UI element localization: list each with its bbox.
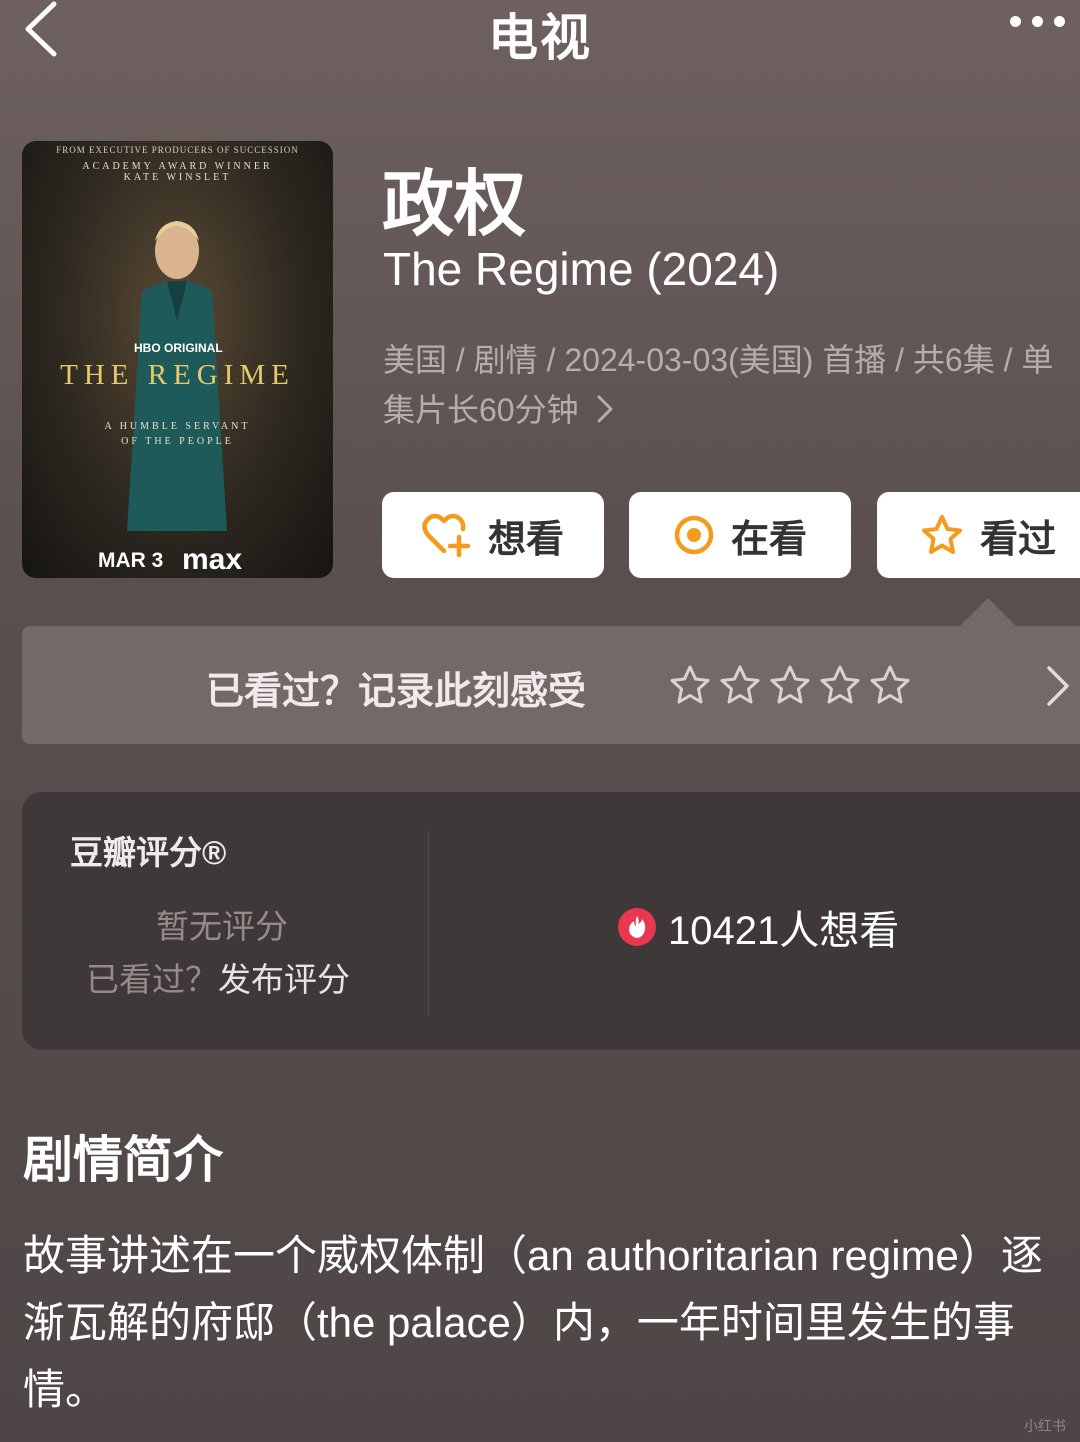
rating-stars[interactable] — [668, 664, 918, 713]
star-icon — [670, 665, 710, 704]
watched-button[interactable]: 看过 — [877, 492, 1080, 578]
publish-rating-link[interactable]: 发布评分 — [218, 961, 350, 998]
poster-title: THE REGIME — [60, 359, 295, 391]
poster-tagline: A HUMBLE SERVANT OF THE PEOPLE — [104, 421, 251, 447]
synopsis-text: 故事讲述在一个威权体制（an authoritarian regime）逐渐瓦解… — [23, 1232, 1043, 1413]
score-prompt: 已看过？发布评分 — [86, 961, 350, 998]
star-icon — [770, 665, 810, 704]
divider — [428, 830, 429, 1016]
chevron-right-icon[interactable] — [1042, 664, 1072, 708]
heart-plus-icon — [422, 513, 471, 557]
meta-info[interactable]: 美国 / 剧情 / 2024-03-03(美国) 首播 / 共6集 / 单集片长… — [383, 335, 1063, 435]
star-icon — [820, 665, 860, 704]
poster-top-line: FROM EXECUTIVE PRODUCERS OF SUCCESSION — [56, 145, 299, 155]
score-none-text: 暂无评分 — [156, 908, 288, 945]
poster-image[interactable]: FROM EXECUTIVE PRODUCERS OF SUCCESSION A… — [22, 141, 333, 578]
want-button[interactable]: 想看 — [382, 492, 604, 578]
more-button[interactable] — [1010, 14, 1080, 38]
title-chinese: 政权 — [382, 165, 527, 245]
score-title: 豆瓣评分® — [70, 834, 227, 871]
poster-platform-logo: max — [182, 543, 243, 576]
nav-bar: 电视 — [0, 0, 1080, 70]
title-english: The Regime (2024) — [383, 243, 780, 295]
poster-credit: ACADEMY AWARD WINNER KATE WINSLET — [82, 161, 273, 183]
pointer-arrow — [958, 598, 1018, 628]
star-icon — [720, 665, 760, 704]
watermark-logo: 小红书 — [1024, 1418, 1066, 1434]
page-title: 电视 — [488, 10, 592, 66]
want-count[interactable]: 10421人想看 — [618, 898, 899, 956]
watching-button[interactable]: 在看 — [629, 492, 851, 578]
star-icon — [870, 665, 910, 704]
poster-network: HBO ORIGINAL — [134, 341, 223, 355]
star-outline-icon — [921, 515, 962, 554]
poster-date: MAR 3 — [98, 549, 164, 572]
target-icon — [674, 515, 714, 555]
synopsis-heading: 剧情简介 — [23, 1132, 223, 1188]
rate-prompt-label: 已看过？记录此刻感受 — [206, 671, 587, 713]
fire-icon — [618, 908, 656, 946]
more-dots-icon — [1010, 16, 1021, 27]
chevron-right-icon — [597, 395, 612, 423]
